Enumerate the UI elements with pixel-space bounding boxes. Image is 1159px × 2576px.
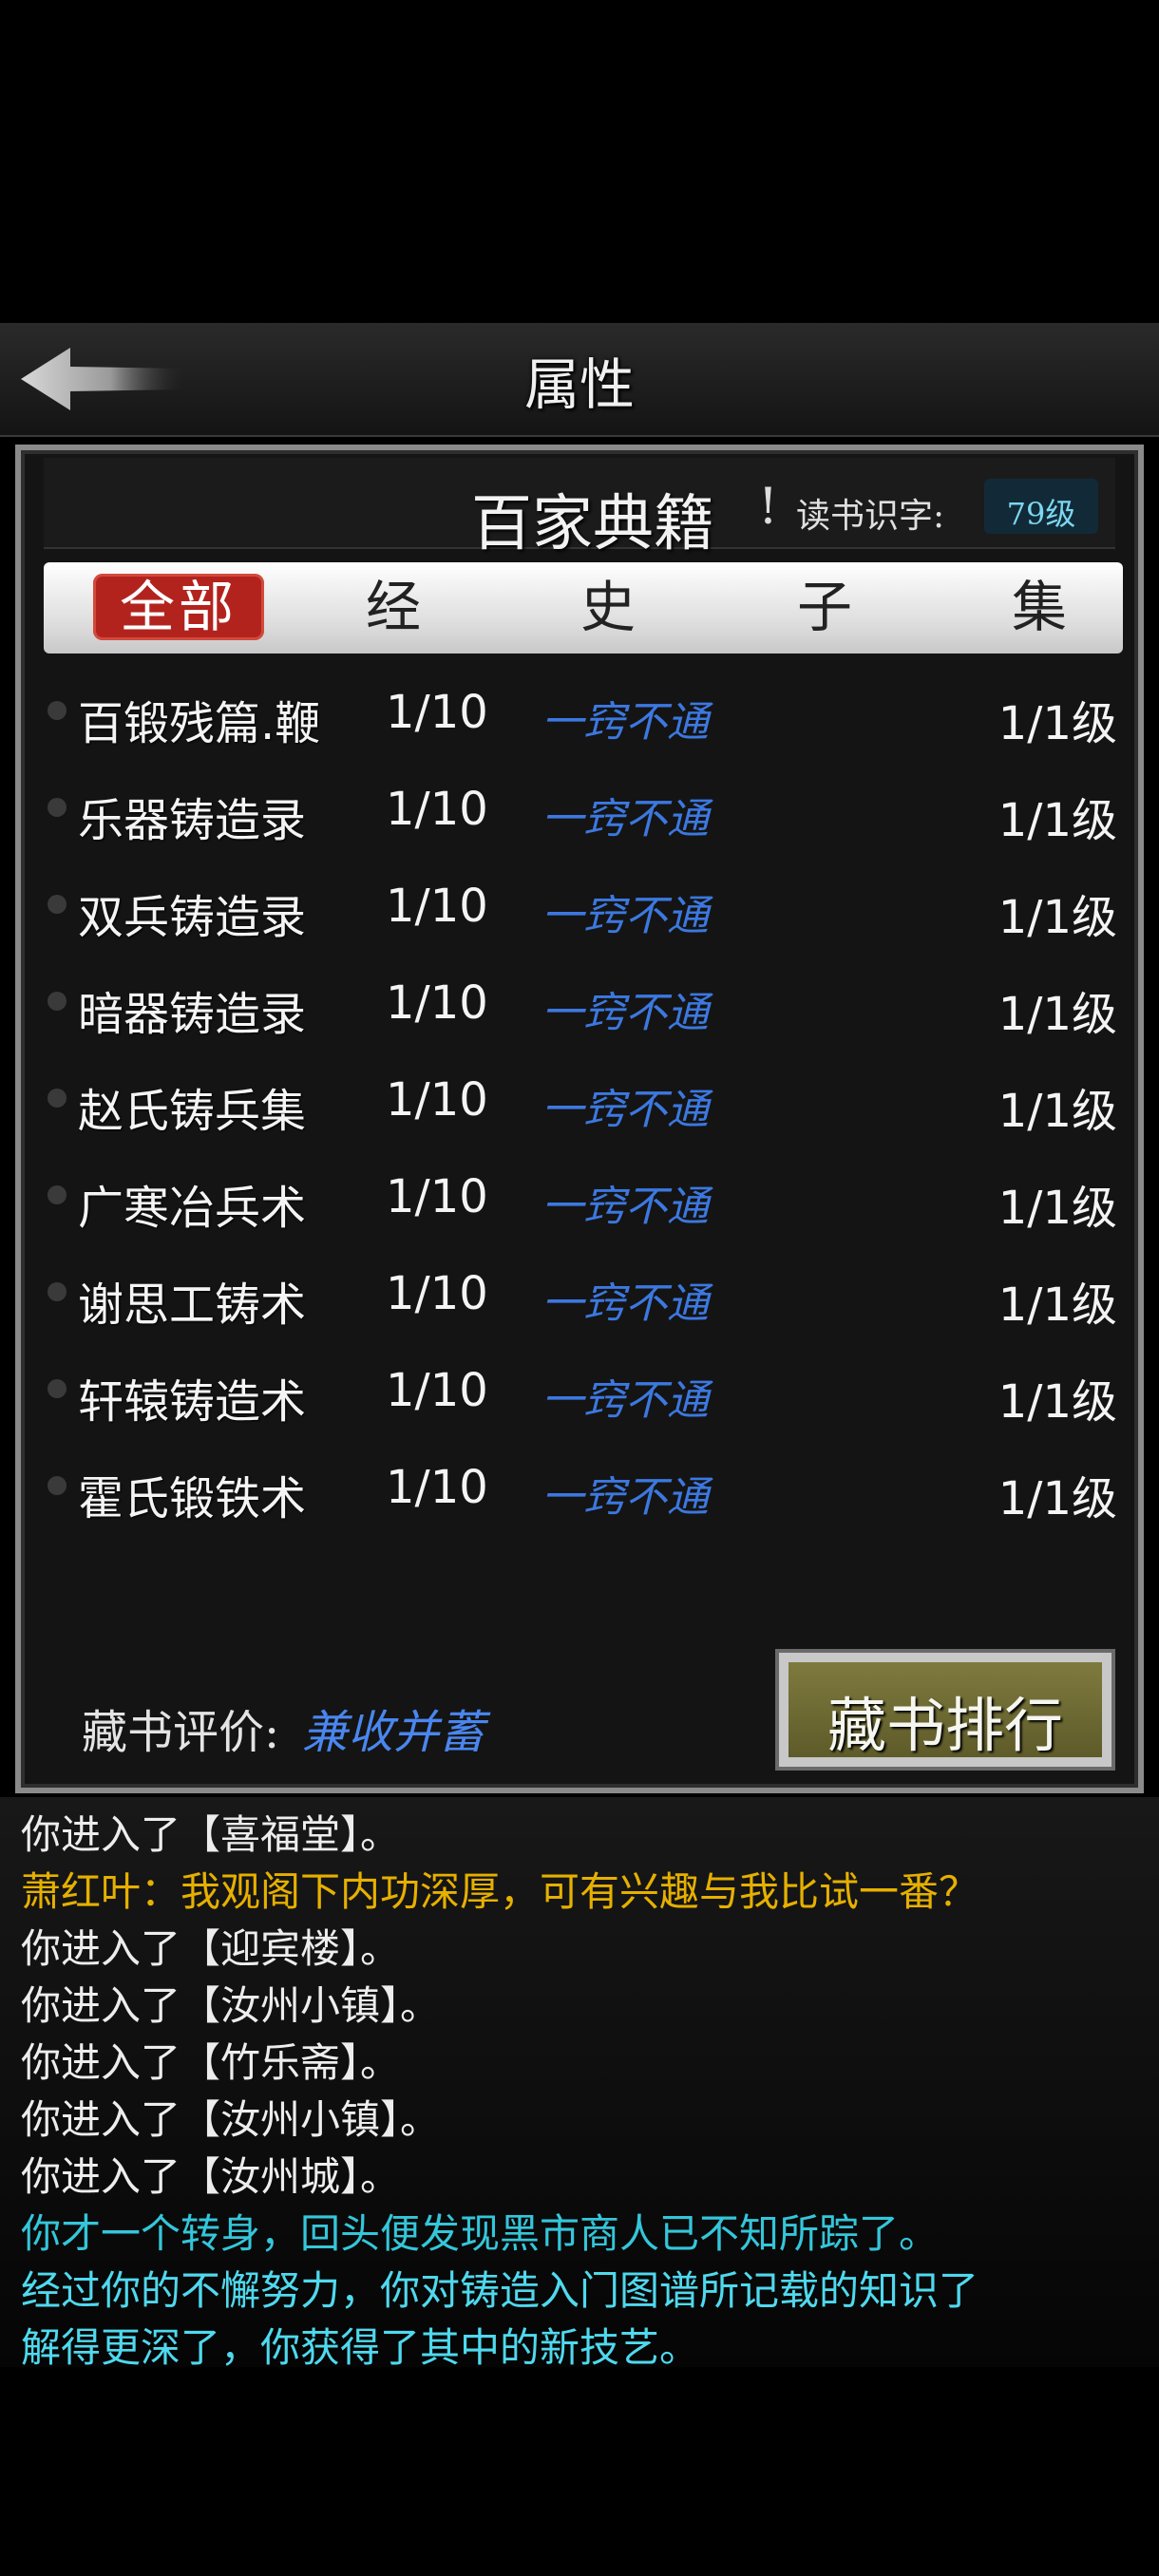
book-row[interactable]: 百锻残篇.鞭 1/10 一窍不通 1/1级 (44, 671, 1127, 758)
bullet-icon (48, 992, 66, 1011)
book-row[interactable]: 广寒冶兵术 1/10 一窍不通 1/1级 (44, 1155, 1127, 1242)
book-name: 乐器铸造录 (78, 794, 307, 847)
log-line: 你进入了【汝州城】。 (21, 2153, 401, 2200)
book-row[interactable]: 轩辕铸造术 1/10 一窍不通 1/1级 (44, 1349, 1127, 1436)
book-rank: 一窍不通 (542, 989, 709, 1037)
book-rank: 一窍不通 (542, 1183, 709, 1231)
book-row[interactable]: 乐器铸造录 1/10 一窍不通 1/1级 (44, 767, 1127, 855)
info-mark[interactable]: ! (758, 479, 778, 536)
book-rank: 一窍不通 (542, 1376, 709, 1425)
book-level: 1/1级 (998, 988, 1117, 1041)
bullet-icon (48, 895, 66, 914)
log-line: 你进入了【竹乐斋】。 (21, 2039, 401, 2086)
collection-rating-value: 兼收并蓄 (302, 1706, 485, 1759)
reading-skill-value: 79级 (1006, 496, 1076, 532)
book-rank: 一窍不通 (542, 795, 709, 843)
book-name: 双兵铸造录 (78, 891, 307, 944)
book-name: 广寒冶兵术 (78, 1182, 307, 1235)
category-tabs: 全部 经 史 子 集 (44, 562, 1123, 653)
bullet-icon (48, 1089, 66, 1108)
message-log: 你进入了【喜福堂】。 萧红叶：我观阁下内功深厚，可有兴趣与我比试一番？ 你进入了… (0, 1797, 1159, 2371)
panel-title: 百家典籍 (471, 489, 714, 559)
top-bar: 属性 (0, 323, 1159, 437)
ranking-button-label: 藏书排行 (826, 1691, 1063, 1760)
book-rank: 一窍不通 (542, 1279, 709, 1328)
log-line: 经过你的不懈努力，你对铸造入门图谱所记载的知识了 (21, 2267, 979, 2314)
book-rank: 一窍不通 (542, 892, 709, 940)
book-level: 1/1级 (998, 1182, 1117, 1235)
book-level: 1/1级 (998, 1085, 1117, 1138)
tab-jing[interactable]: 经 (357, 574, 433, 640)
book-progress: 1/10 (386, 976, 488, 1030)
book-level: 1/1级 (998, 1279, 1117, 1332)
book-progress: 1/10 (386, 1170, 488, 1223)
book-name: 霍氏锻铁术 (78, 1472, 307, 1525)
ranking-button-face: 藏书排行 (788, 1662, 1102, 1760)
book-progress: 1/10 (386, 1073, 488, 1127)
book-row[interactable]: 霍氏锻铁术 1/10 一窍不通 1/1级 (44, 1446, 1127, 1533)
book-level: 1/1级 (998, 1375, 1117, 1429)
bullet-icon (48, 798, 66, 817)
bullet-icon (48, 1282, 66, 1301)
log-line: 解得更深了，你获得了其中的新技艺。 (21, 2324, 700, 2371)
book-progress: 1/10 (386, 1364, 488, 1417)
tab-all[interactable]: 全部 (93, 574, 264, 640)
book-row[interactable]: 赵氏铸兵集 1/10 一窍不通 1/1级 (44, 1058, 1127, 1146)
bullet-icon (48, 1379, 66, 1398)
book-level: 1/1级 (998, 1472, 1117, 1525)
book-level: 1/1级 (998, 891, 1117, 944)
book-row[interactable]: 暗器铸造录 1/10 一窍不通 1/1级 (44, 961, 1127, 1049)
book-level: 1/1级 (998, 697, 1117, 750)
tab-ji[interactable]: 集 (1003, 574, 1079, 640)
book-progress: 1/10 (386, 1267, 488, 1320)
book-name: 谢思工铸术 (78, 1279, 307, 1332)
book-rank: 一窍不通 (542, 1086, 709, 1134)
book-name: 百锻残篇.鞭 (78, 697, 321, 750)
reading-skill-label: 读书识字: (796, 497, 945, 536)
book-name: 轩辕铸造术 (78, 1375, 307, 1429)
collection-ranking-button[interactable]: 藏书排行 (775, 1649, 1115, 1771)
bullet-icon (48, 701, 66, 720)
panel-header: 百家典籍 ! 读书识字: 79级 (44, 458, 1115, 559)
classics-panel: 百家典籍 ! 读书识字: 79级 全部 经 史 子 集 百锻残篇.鞭 1/10 … (15, 445, 1144, 1793)
book-row[interactable]: 谢思工铸术 1/10 一窍不通 1/1级 (44, 1252, 1127, 1339)
log-line: 你进入了【汝州小镇】。 (21, 2096, 441, 2143)
book-progress: 1/10 (386, 880, 488, 933)
bullet-icon (48, 1185, 66, 1204)
book-progress: 1/10 (386, 783, 488, 836)
page-title: 属性 (523, 352, 635, 417)
bullet-icon (48, 1476, 66, 1495)
log-line: 你进入了【汝州小镇】。 (21, 1982, 441, 2029)
book-name: 赵氏铸兵集 (78, 1085, 307, 1138)
tab-zi[interactable]: 子 (788, 574, 864, 640)
log-line: 萧红叶：我观阁下内功深厚，可有兴趣与我比试一番？ (21, 1868, 979, 1915)
log-line: 你进入了【喜福堂】。 (21, 1811, 401, 1858)
book-progress: 1/10 (386, 686, 488, 739)
reading-skill-badge: 79级 (984, 479, 1098, 534)
book-row[interactable]: 双兵铸造录 1/10 一窍不通 1/1级 (44, 864, 1127, 952)
book-rank: 一窍不通 (542, 698, 709, 747)
book-rank: 一窍不通 (542, 1473, 709, 1522)
book-progress: 1/10 (386, 1461, 488, 1514)
log-line: 你进入了【迎宾楼】。 (21, 1925, 401, 1972)
book-level: 1/1级 (998, 794, 1117, 847)
book-name: 暗器铸造录 (78, 988, 307, 1041)
log-line: 你才一个转身，回头便发现黑市商人已不知所踪了。 (21, 2210, 940, 2257)
collection-rating-label: 藏书评价: (82, 1706, 280, 1759)
tab-shi[interactable]: 史 (572, 574, 648, 640)
